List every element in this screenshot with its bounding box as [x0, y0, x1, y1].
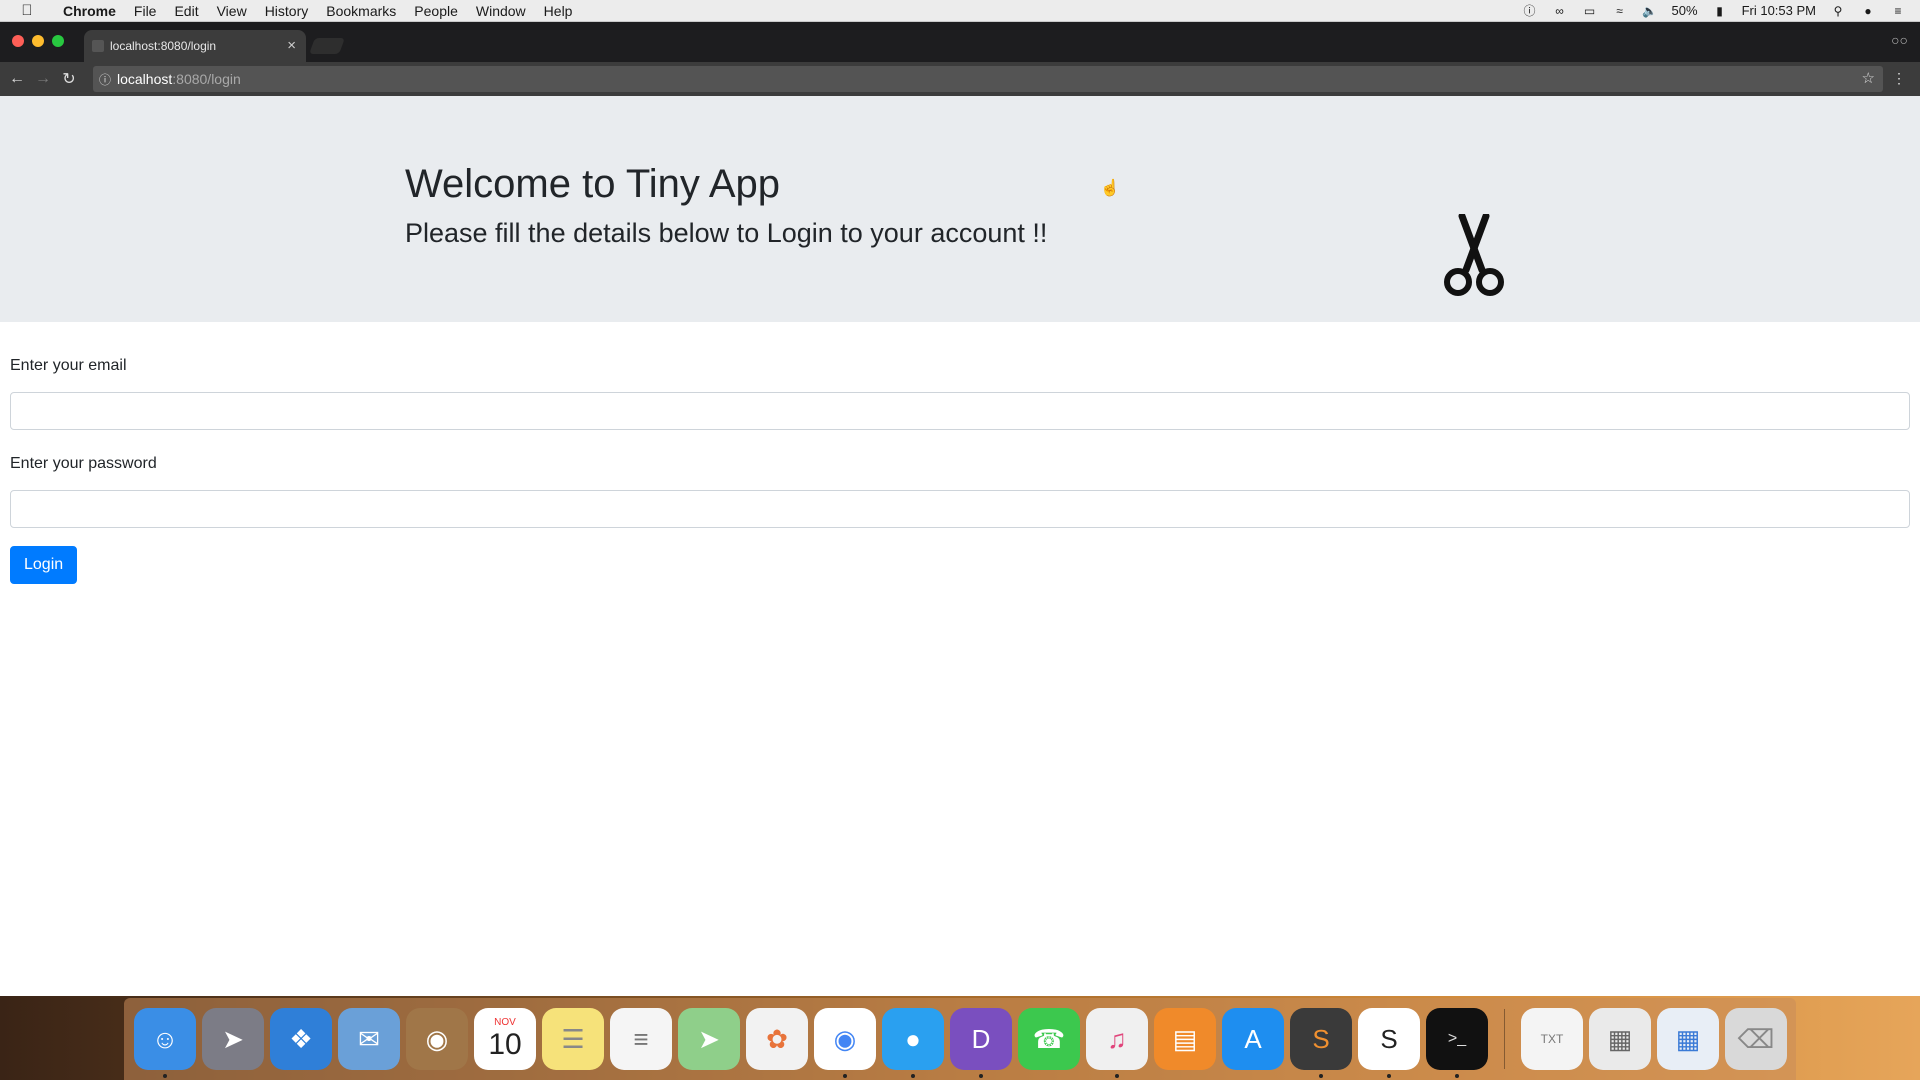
- minimize-window-button[interactable]: [32, 35, 44, 47]
- new-tab-button[interactable]: [309, 38, 345, 54]
- battery-percent[interactable]: 50%: [1672, 3, 1698, 18]
- text-file-icon[interactable]: TXT: [1521, 1008, 1583, 1070]
- menu-help[interactable]: Help: [535, 3, 582, 19]
- sublime-text-icon[interactable]: S: [1290, 1008, 1352, 1078]
- ibooks-icon[interactable]: ▤: [1154, 1008, 1216, 1070]
- finder-icon[interactable]: ☺: [134, 1008, 196, 1078]
- apple-menu-icon[interactable]: : [0, 2, 54, 19]
- dock-separator: [1504, 1009, 1505, 1069]
- tab-title: localhost:8080/login: [110, 39, 217, 53]
- chrome-icon[interactable]: ◉: [814, 1008, 876, 1078]
- page-viewport: Welcome to Tiny App Please fill the deta…: [0, 96, 1920, 996]
- battery-icon: ▮: [1716, 3, 1723, 18]
- app-store-icon[interactable]: A: [1222, 1008, 1284, 1070]
- jumbotron-header: Welcome to Tiny App Please fill the deta…: [0, 96, 1920, 322]
- airplay-icon[interactable]: ▭: [1582, 4, 1598, 18]
- zoom-window-button[interactable]: [52, 35, 64, 47]
- notification-center-icon[interactable]: ≡: [1890, 4, 1906, 18]
- dock: ☺ ➤ ❖ ✉ ◉ NOV 10 ☰ ≡ ➤ ✿ ◉ ● D ☎ ♫ ▤ A S…: [124, 998, 1796, 1080]
- forward-arrow-icon[interactable]: →: [30, 70, 56, 88]
- infinity-icon[interactable]: ∞: [1552, 4, 1568, 18]
- bookmark-star-icon[interactable]: ☆: [1862, 69, 1875, 87]
- url-path: :8080/login: [172, 71, 241, 87]
- menu-view[interactable]: View: [208, 3, 256, 19]
- onepassword-icon[interactable]: ⓘ: [1522, 4, 1538, 18]
- close-tab-icon[interactable]: ×: [287, 37, 296, 54]
- volume-icon[interactable]: 🔈: [1642, 4, 1658, 18]
- safari-icon[interactable]: ❖: [270, 1008, 332, 1070]
- menu-bar:  Chrome File Edit View History Bookmark…: [0, 0, 1920, 22]
- close-window-button[interactable]: [12, 35, 24, 47]
- siri-icon[interactable]: ●: [1860, 4, 1876, 18]
- facetime-icon[interactable]: ☎: [1018, 1008, 1080, 1070]
- chrome-menu-icon[interactable]: ⋮: [1892, 70, 1906, 87]
- favicon-icon: [92, 40, 104, 52]
- incognito-icon: ○○: [1891, 32, 1908, 48]
- page-subtitle: Please fill the details below to Login t…: [405, 218, 1048, 248]
- browser-tab-active[interactable]: localhost:8080/login ×: [84, 30, 306, 62]
- email-label: Enter your email: [10, 357, 127, 374]
- menu-people[interactable]: People: [405, 3, 467, 19]
- menu-file[interactable]: File: [125, 3, 166, 19]
- wifi-icon[interactable]: ≈: [1612, 4, 1628, 18]
- tab-strip: localhost:8080/login × ○○: [0, 22, 1920, 62]
- spotlight-search-icon[interactable]: ⚲: [1830, 4, 1846, 18]
- password-label: Enter your password: [10, 455, 157, 472]
- url-host: localhost: [117, 71, 173, 87]
- browser-toolbar: ← → ↻ ⓘ localhost:8080/login ☆ ⋮: [0, 62, 1920, 96]
- email-field[interactable]: [10, 392, 1910, 430]
- site-info-icon[interactable]: ⓘ: [93, 71, 117, 88]
- mouse-cursor-icon: ☝: [1100, 180, 1120, 197]
- itunes-icon[interactable]: ♫: [1086, 1008, 1148, 1078]
- menu-window[interactable]: Window: [467, 3, 535, 19]
- login-form: Enter your email Enter your password Log…: [10, 354, 1910, 584]
- menu-app-name[interactable]: Chrome: [54, 3, 125, 19]
- reload-icon[interactable]: ↻: [56, 69, 82, 89]
- messages-icon[interactable]: ●: [882, 1008, 944, 1078]
- menu-history[interactable]: History: [256, 3, 318, 19]
- address-bar[interactable]: ⓘ localhost:8080/login ☆: [93, 66, 1883, 92]
- dash-icon[interactable]: D: [950, 1008, 1012, 1078]
- launchpad-icon[interactable]: ➤: [202, 1008, 264, 1070]
- menu-bookmarks[interactable]: Bookmarks: [317, 3, 405, 19]
- scissors-icon: [1444, 214, 1504, 296]
- reminders-icon[interactable]: ≡: [610, 1008, 672, 1070]
- document-stack-icon[interactable]: ▦: [1589, 1008, 1651, 1070]
- back-arrow-icon[interactable]: ←: [4, 70, 30, 88]
- contacts-icon[interactable]: ◉: [406, 1008, 468, 1070]
- screenshots-stack-icon[interactable]: ▦: [1657, 1008, 1719, 1070]
- mail-icon[interactable]: ✉: [338, 1008, 400, 1070]
- slack-icon[interactable]: S: [1358, 1008, 1420, 1078]
- trash-icon[interactable]: ⌫: [1725, 1008, 1787, 1070]
- page-title: Welcome to Tiny App: [405, 162, 780, 206]
- menu-edit[interactable]: Edit: [165, 3, 207, 19]
- maps-icon[interactable]: ➤: [678, 1008, 740, 1070]
- calendar-icon[interactable]: NOV 10: [474, 1008, 536, 1070]
- notes-icon[interactable]: ☰: [542, 1008, 604, 1070]
- password-field[interactable]: [10, 490, 1910, 528]
- terminal-icon[interactable]: >_: [1426, 1008, 1488, 1078]
- calendar-day: 10: [488, 1028, 522, 1061]
- login-button[interactable]: Login: [10, 546, 78, 584]
- photos-icon[interactable]: ✿: [746, 1008, 808, 1070]
- clock[interactable]: Fri 10:53 PM: [1742, 3, 1816, 18]
